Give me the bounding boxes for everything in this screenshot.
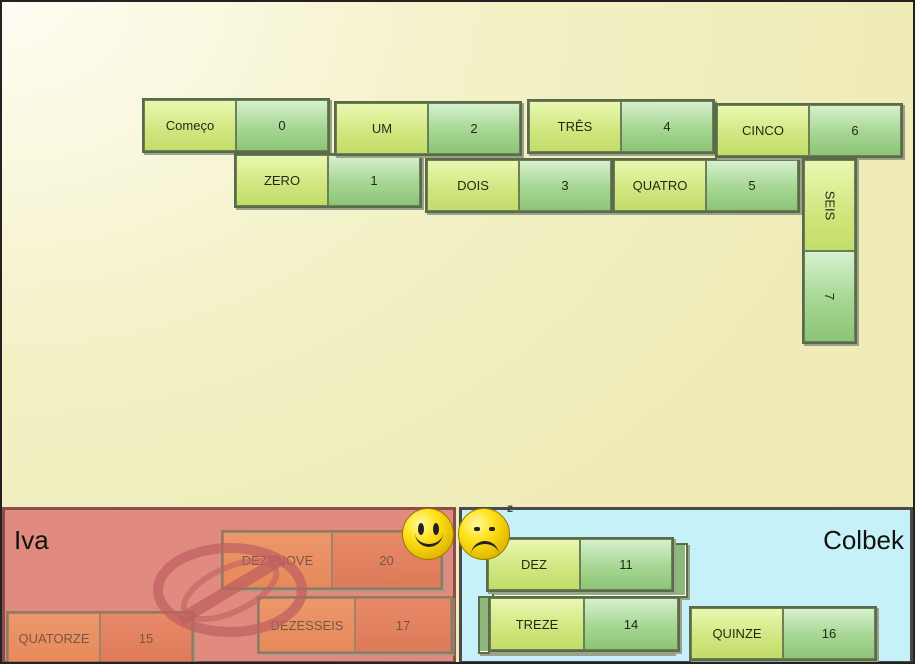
tile-word: ZERO — [236, 155, 328, 206]
tile-word: QUATORZE — [8, 613, 100, 664]
happy-face-icon — [402, 508, 454, 560]
tile-number: 14 — [584, 598, 678, 650]
tile-word: TREZE — [490, 598, 584, 650]
tile-number: 7 — [804, 251, 855, 342]
no-sign-icon — [153, 543, 307, 637]
tile-word: TRÊS — [529, 101, 621, 152]
tile-number: 17 — [355, 598, 451, 652]
player-name-colbek: Colbek — [823, 525, 904, 555]
tile-number: 2 — [428, 103, 520, 154]
tile-word: UM — [336, 103, 428, 154]
hand-tile-quinze[interactable]: QUINZE 16 — [689, 606, 877, 661]
board-tile-comeco[interactable]: Começo 0 — [142, 98, 330, 153]
tile-word: SEIS — [804, 160, 855, 251]
board-tile-tres[interactable]: TRÊS 4 — [527, 99, 715, 154]
tile-number: 11 — [580, 539, 672, 590]
board-tile-um[interactable]: UM 2 — [334, 101, 522, 156]
tile-number: 1 — [328, 155, 420, 206]
board-tile-seis[interactable]: SEIS 7 — [802, 158, 857, 344]
sad-sleepy-face-icon: z — [458, 501, 513, 560]
board-tile-dois[interactable]: DOIS 3 — [425, 158, 613, 213]
tile-word: DOIS — [427, 160, 519, 211]
tile-number: 6 — [809, 105, 901, 156]
tile-word: QUATRO — [614, 160, 706, 211]
hand-tile-dez[interactable]: DEZ 11 — [486, 537, 674, 592]
tile-number: 16 — [783, 608, 875, 659]
hand-tile-treze[interactable]: TREZE 14 — [488, 596, 680, 652]
tile-word: QUINZE — [691, 608, 783, 659]
tile-word: CINCO — [717, 105, 809, 156]
player-tray-colbek: Colbek DEZ 11 TREZE 14 QUINZE 16 — [459, 507, 913, 664]
tile-number: 0 — [236, 100, 328, 151]
board-tile-zero[interactable]: ZERO 1 — [234, 153, 422, 208]
tile-word: Começo — [144, 100, 236, 151]
tile-number: 5 — [706, 160, 798, 211]
board-tile-quatro[interactable]: QUATRO 5 — [612, 158, 800, 213]
tile-number: 3 — [519, 160, 611, 211]
player-name-iva: Iva — [14, 525, 49, 555]
tile-number: 4 — [621, 101, 713, 152]
board-tile-cinco[interactable]: CINCO 6 — [715, 103, 903, 158]
